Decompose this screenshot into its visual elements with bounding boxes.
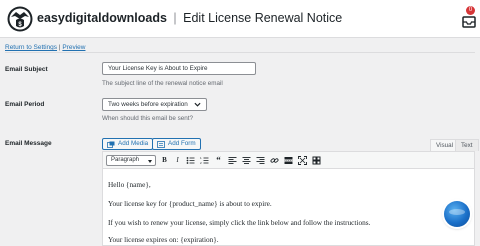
add-form-button[interactable]: Add Form: [152, 138, 201, 150]
email-period-description: When should this email be sent?: [102, 115, 194, 122]
divider: [5, 52, 475, 53]
email-period-value: Two weeks before expiration: [108, 101, 188, 108]
preview-link[interactable]: Preview: [62, 44, 85, 51]
title-separator: |: [173, 11, 177, 25]
italic-icon[interactable]: I: [172, 155, 183, 166]
message-line: Your license key for {product_name} is a…: [108, 199, 272, 208]
align-left-icon[interactable]: [227, 155, 238, 166]
add-form-label: Add Form: [168, 140, 196, 147]
format-select[interactable]: Paragraph: [106, 155, 156, 166]
email-subject-input[interactable]: Your License Key is About to Expire: [102, 62, 256, 75]
email-subject-description: The subject line of the renewal notice e…: [102, 80, 223, 87]
bulleted-list-icon[interactable]: [185, 155, 196, 166]
editor-content[interactable]: Hello {name}, Your license key for {prod…: [103, 169, 474, 246]
brand-downloads: downloads: [101, 11, 167, 25]
numbered-list-icon[interactable]: 12: [199, 155, 210, 166]
toolbar-toggle-icon[interactable]: [311, 155, 322, 166]
top-bar: $ easydigitaldownloads | Edit License Re…: [0, 0, 480, 38]
brand-title: easydigitaldownloads | Edit License Rene…: [37, 11, 342, 25]
link-separator: |: [58, 44, 61, 51]
form-icon: [157, 141, 165, 148]
email-period-select[interactable]: Two weeks before expiration: [102, 98, 207, 111]
brand-easy: easy: [37, 11, 65, 25]
editor-toolbar: Paragraph B I 12 “: [103, 152, 474, 169]
read-more-icon[interactable]: [283, 155, 294, 166]
breadcrumb-links: Return to Settings | Preview: [5, 44, 85, 51]
add-media-label: Add Media: [118, 140, 149, 147]
add-media-button[interactable]: Add Media: [102, 138, 154, 150]
message-line: Your license expires on: {expiration}.: [108, 235, 219, 244]
help-assistant-shine: [449, 209, 465, 215]
link-icon[interactable]: [269, 155, 280, 166]
message-line: If you wish to renew your license, simpl…: [108, 218, 371, 227]
tab-text[interactable]: Text: [455, 139, 479, 151]
email-period-label: Email Period: [5, 101, 45, 108]
return-to-settings-link[interactable]: Return to Settings: [5, 44, 57, 51]
caret-down-icon: [148, 160, 152, 163]
chevron-down-icon: [194, 102, 201, 107]
page-title: Edit License Renewal Notice: [183, 11, 343, 25]
help-assistant-icon[interactable]: [444, 201, 470, 227]
fullscreen-icon[interactable]: [297, 155, 308, 166]
email-subject-label: Email Subject: [5, 66, 48, 73]
bold-icon[interactable]: B: [159, 155, 170, 166]
align-center-icon[interactable]: [241, 155, 252, 166]
edd-logo-icon: $: [7, 6, 33, 32]
brand-digital: digital: [64, 11, 102, 25]
format-select-value: Paragraph: [111, 157, 140, 163]
message-editor[interactable]: Paragraph B I 12 “ Hello {name}, Your li…: [102, 151, 475, 246]
email-message-label: Email Message: [5, 140, 52, 147]
blockquote-icon[interactable]: “: [213, 155, 224, 166]
notification-badge: 0: [466, 6, 475, 15]
svg-text:1: 1: [200, 156, 202, 160]
message-line: Hello {name},: [108, 180, 151, 189]
svg-text:2: 2: [200, 161, 202, 165]
align-right-icon[interactable]: [255, 155, 266, 166]
add-media-icon: [107, 141, 115, 148]
